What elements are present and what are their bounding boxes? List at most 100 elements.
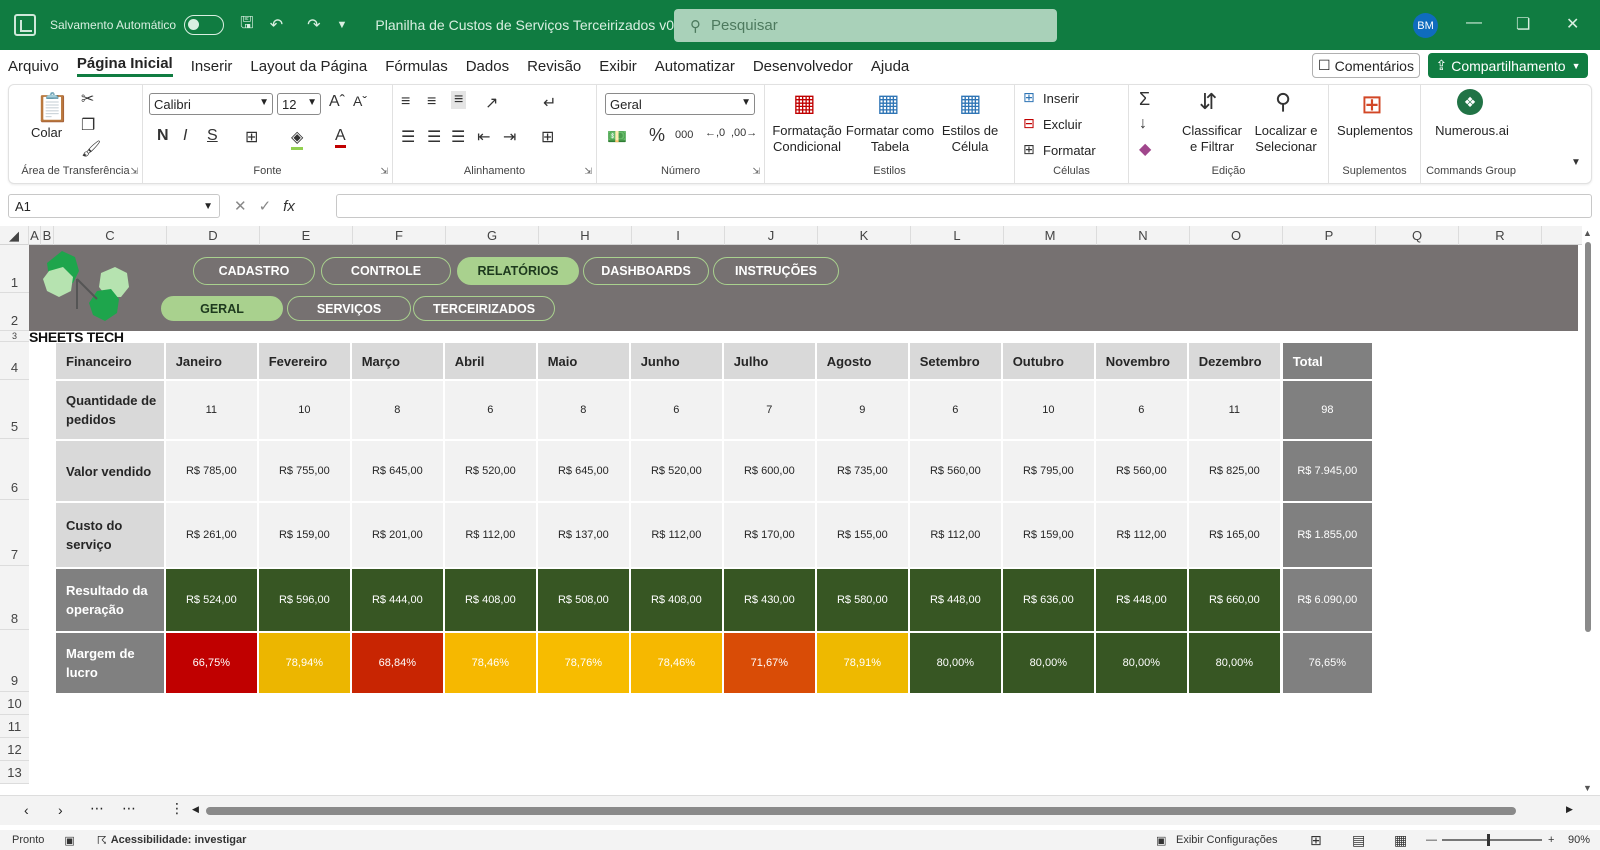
scroll-up-icon[interactable]: ▲ bbox=[1583, 228, 1592, 238]
select-all-corner[interactable]: ◢ bbox=[0, 226, 29, 245]
align-bottom-icon[interactable]: ≡ bbox=[451, 91, 467, 109]
month-header[interactable]: Dezembro bbox=[1188, 343, 1280, 379]
scroll-down-icon[interactable]: ▼ bbox=[1583, 783, 1592, 793]
table-cell[interactable]: 10 bbox=[258, 381, 350, 439]
subnav-geral[interactable]: GERAL bbox=[161, 296, 283, 321]
total-cell[interactable]: 98 bbox=[1282, 381, 1372, 439]
table-cell[interactable]: R$ 825,00 bbox=[1188, 441, 1280, 501]
table-cell[interactable]: 10 bbox=[1002, 381, 1094, 439]
font-size-dropdown[interactable]: 12 ▼ bbox=[277, 93, 321, 115]
table-cell[interactable]: 71,67% bbox=[723, 633, 815, 693]
nav-relatorios[interactable]: RELATÓRIOS bbox=[457, 257, 579, 285]
tab-automatizar[interactable]: Automatizar bbox=[655, 58, 735, 75]
table-cell[interactable]: 68,84% bbox=[351, 633, 443, 693]
tab-pagina-inicial[interactable]: Página Inicial bbox=[76, 55, 173, 77]
accessibility-icon[interactable]: ☈ bbox=[97, 834, 107, 847]
row-header[interactable]: 5 bbox=[0, 380, 29, 439]
row-header[interactable]: 11 bbox=[0, 715, 29, 738]
table-cell[interactable]: R$ 112,00 bbox=[630, 503, 722, 567]
month-header[interactable]: Janeiro bbox=[165, 343, 257, 379]
table-cell[interactable]: R$ 645,00 bbox=[537, 441, 629, 501]
font-color-icon[interactable]: A bbox=[335, 127, 346, 148]
paste-icon[interactable]: 📋 bbox=[35, 91, 70, 124]
undo-icon[interactable]: ↶ bbox=[270, 15, 283, 35]
addins-icon[interactable]: ⊞ bbox=[1361, 89, 1383, 120]
next-sheet-icon[interactable]: › bbox=[58, 802, 63, 818]
formula-input[interactable] bbox=[336, 194, 1592, 218]
month-header[interactable]: Junho bbox=[630, 343, 722, 379]
redo-icon[interactable]: ↷ bbox=[307, 15, 320, 35]
column-header[interactable]: J bbox=[725, 226, 818, 245]
page-break-icon[interactable]: ▦ bbox=[1394, 832, 1407, 849]
format-cells-icon[interactable]: ⊞ bbox=[1023, 141, 1035, 158]
zoom-slider[interactable] bbox=[1442, 839, 1542, 841]
column-header[interactable]: E bbox=[260, 226, 353, 245]
format-table-icon[interactable]: ▦ bbox=[877, 89, 900, 118]
table-cell[interactable]: 8 bbox=[351, 381, 443, 439]
display-settings[interactable]: Exibir Configurações bbox=[1176, 834, 1278, 846]
orientation-icon[interactable]: ↗ bbox=[485, 93, 498, 113]
table-cell[interactable]: R$ 408,00 bbox=[630, 569, 722, 631]
month-header[interactable]: Fevereiro bbox=[258, 343, 350, 379]
autosum-icon[interactable]: Σ bbox=[1139, 89, 1150, 110]
table-cell[interactable]: R$ 165,00 bbox=[1188, 503, 1280, 567]
collapse-ribbon-icon[interactable]: ▼ bbox=[1571, 157, 1581, 168]
row-label[interactable]: Valor vendido bbox=[56, 441, 164, 501]
document-title[interactable]: Planilha de Custos de Serviços Terceiriz… bbox=[375, 17, 681, 33]
row-header[interactable]: 10 bbox=[0, 692, 29, 715]
zoom-level[interactable]: 90% bbox=[1568, 834, 1590, 846]
table-cell[interactable]: R$ 155,00 bbox=[816, 503, 908, 567]
table-cell[interactable]: 6 bbox=[630, 381, 722, 439]
table-cell[interactable]: R$ 137,00 bbox=[537, 503, 629, 567]
column-header[interactable]: Q bbox=[1376, 226, 1459, 245]
table-cell[interactable]: R$ 112,00 bbox=[444, 503, 536, 567]
table-cell[interactable]: R$ 430,00 bbox=[723, 569, 815, 631]
insert-cells-button[interactable]: Inserir bbox=[1043, 91, 1079, 107]
table-cell[interactable]: R$ 448,00 bbox=[909, 569, 1001, 631]
total-header[interactable]: Total bbox=[1282, 343, 1372, 379]
table-cell[interactable]: 80,00% bbox=[909, 633, 1001, 693]
normal-view-icon[interactable]: ⊞ bbox=[1310, 832, 1322, 849]
name-box[interactable]: A1 ▼ bbox=[8, 194, 220, 218]
cut-icon[interactable]: ✂ bbox=[81, 89, 94, 109]
increase-font-icon[interactable]: Aˆ bbox=[329, 93, 345, 111]
column-header[interactable]: R bbox=[1459, 226, 1542, 245]
column-header[interactable]: D bbox=[167, 226, 260, 245]
horizontal-scroll-thumb[interactable] bbox=[206, 807, 1516, 815]
align-top-icon[interactable]: ≡ bbox=[401, 93, 410, 111]
row-label[interactable]: Resultado da operação bbox=[56, 569, 164, 631]
decrease-decimal-icon[interactable]: ,00→ bbox=[731, 127, 757, 139]
currency-icon[interactable]: 💵 bbox=[607, 127, 627, 147]
table-cell[interactable]: 8 bbox=[537, 381, 629, 439]
tab-inserir[interactable]: Inserir bbox=[191, 58, 233, 75]
find-select-button[interactable]: Localizar e Selecionar bbox=[1249, 123, 1323, 155]
table-cell[interactable]: R$ 580,00 bbox=[816, 569, 908, 631]
row-header[interactable]: 12 bbox=[0, 738, 29, 761]
table-cell[interactable]: R$ 112,00 bbox=[909, 503, 1001, 567]
column-header[interactable]: B bbox=[41, 226, 54, 245]
total-cell[interactable]: 76,65% bbox=[1282, 633, 1372, 693]
increase-decimal-icon[interactable]: ←,0 bbox=[705, 127, 725, 139]
table-cell[interactable]: R$ 444,00 bbox=[351, 569, 443, 631]
enter-icon[interactable]: ✓ bbox=[259, 197, 272, 215]
comments-button[interactable]: ☐ Comentários bbox=[1312, 53, 1420, 78]
tab-arquivo[interactable]: Arquivo bbox=[8, 58, 59, 75]
tab-formulas[interactable]: Fórmulas bbox=[385, 58, 448, 75]
insert-function-icon[interactable]: fx bbox=[283, 198, 295, 215]
avatar[interactable]: BM bbox=[1413, 13, 1438, 38]
total-cell[interactable]: R$ 6.090,00 bbox=[1282, 569, 1372, 631]
row-header[interactable]: 1 bbox=[0, 245, 29, 293]
table-cell[interactable]: 78,76% bbox=[537, 633, 629, 693]
month-header[interactable]: Setembro bbox=[909, 343, 1001, 379]
column-header[interactable]: O bbox=[1190, 226, 1283, 245]
cancel-icon[interactable]: ✕ bbox=[234, 197, 247, 215]
table-header-corner[interactable]: Financeiro bbox=[56, 343, 164, 379]
zoom-out-icon[interactable]: — bbox=[1426, 834, 1437, 846]
scroll-left-icon[interactable]: ◀ bbox=[192, 804, 199, 815]
bold-icon[interactable]: N bbox=[157, 127, 169, 145]
table-cell[interactable]: 66,75% bbox=[165, 633, 257, 693]
zoom-slider-thumb[interactable] bbox=[1487, 834, 1490, 846]
table-cell[interactable]: R$ 112,00 bbox=[1095, 503, 1187, 567]
clear-icon[interactable]: ◆ bbox=[1139, 139, 1151, 159]
table-cell[interactable]: R$ 755,00 bbox=[258, 441, 350, 501]
